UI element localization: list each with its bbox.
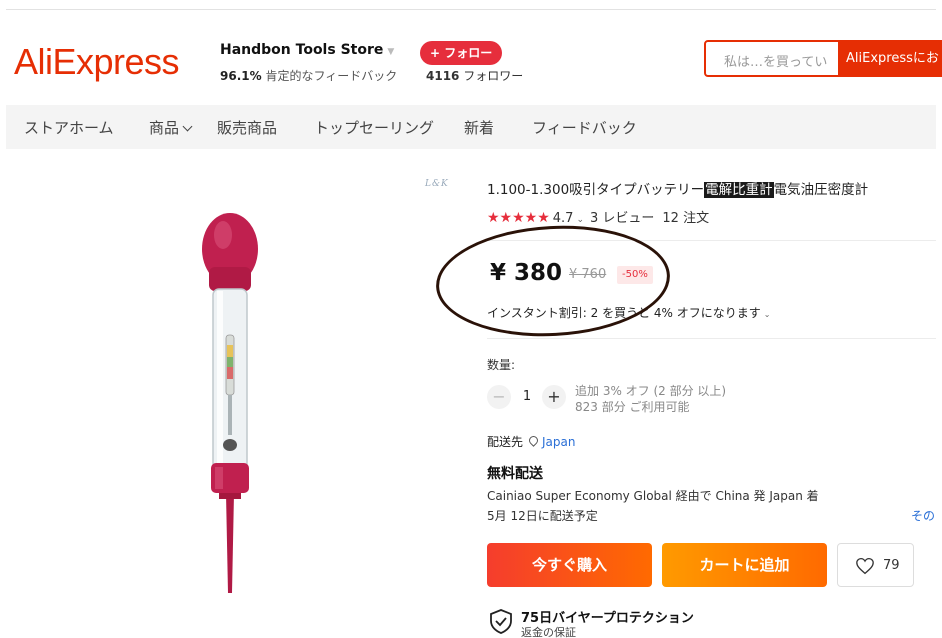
rating-row: ★★★★★ 4.7 ⌄ 3 レビュー 12 注文: [487, 207, 709, 226]
star-rating-icon[interactable]: ★★★★★: [487, 210, 550, 226]
free-shipping: 無料配送: [487, 466, 543, 482]
nav-new-arrivals[interactable]: 新着: [464, 117, 494, 138]
title-part-2: 電気油圧密度計: [773, 182, 869, 198]
divider: [487, 338, 936, 339]
followers-label: フォロワー: [463, 69, 524, 83]
shipping-method: Cainiao Super Economy Global 経由で China 発…: [487, 489, 819, 503]
chevron-down-icon[interactable]: ⌄: [576, 215, 584, 225]
more-shipping-link[interactable]: その: [911, 507, 935, 524]
nav-products[interactable]: 商品: [149, 117, 193, 138]
heart-icon[interactable]: [855, 557, 875, 575]
store-feedback: 96.1% 肯定的なフィードバック: [220, 67, 397, 84]
wishlist-count[interactable]: 79: [883, 558, 900, 573]
quantity-label: 数量:: [487, 358, 516, 372]
aliexpress-logo[interactable]: AliExpress: [14, 42, 180, 82]
search-input[interactable]: 私は…を買ってい: [724, 51, 827, 70]
wishlist-button[interactable]: 79: [837, 543, 914, 587]
shield-check-icon: [490, 609, 512, 634]
title-highlight: 電解比重計: [704, 182, 774, 198]
hand-drawn-circle: [433, 219, 673, 343]
feedback-percent: 96.1%: [220, 69, 262, 83]
buy-now-button[interactable]: 今すぐ購入: [487, 543, 652, 587]
rating-value[interactable]: 4.7: [553, 211, 574, 226]
ship-to-label: 配送先: [487, 435, 524, 449]
location-pin-icon: [527, 434, 540, 447]
ship-to-country[interactable]: Japan: [542, 435, 575, 449]
top-divider: [6, 9, 936, 10]
buyer-protection-sub: 返金の保証: [521, 626, 576, 638]
chevron-down-icon[interactable]: ⌄: [764, 310, 771, 319]
feedback-label: 肯定的なフィードバック: [265, 69, 398, 83]
nav-products-label[interactable]: 商品: [149, 119, 179, 137]
store-name[interactable]: Handbon Tools Store ▼: [220, 42, 394, 58]
chevron-down-icon[interactable]: [182, 121, 193, 132]
nav-on-sale[interactable]: 販売商品: [217, 117, 277, 138]
quantity-discount-note: 追加 3% オフ (2 部分 以上): [575, 384, 727, 398]
search-box[interactable]: 私は…を買ってい AliExpressにお: [704, 40, 942, 77]
quantity-plus-button[interactable]: +: [542, 385, 566, 409]
stock-available: 823 部分 ご利用可能: [575, 400, 690, 414]
review-count[interactable]: 3 レビュー: [590, 211, 654, 226]
title-part-1: 1.100-1.300吸引タイプバッテリー: [487, 182, 705, 198]
nav-top-selling[interactable]: トップセーリング: [314, 117, 434, 138]
quantity-minus-button[interactable]: −: [487, 385, 511, 409]
nav-store-home[interactable]: ストアホーム: [24, 117, 114, 138]
store-name-text[interactable]: Handbon Tools Store: [220, 42, 383, 58]
followers: 4116 フォロワー: [426, 67, 523, 84]
caret-down-icon[interactable]: ▼: [387, 47, 394, 57]
ship-to[interactable]: 配送先 Japan: [487, 433, 575, 450]
delivery-date: 5月 12日に配送予定: [487, 509, 598, 523]
watermark: L&K: [425, 179, 449, 189]
order-count: 12 注文: [662, 211, 710, 226]
followers-count: 4116: [426, 69, 460, 83]
follow-button[interactable]: + フォロー: [420, 41, 503, 65]
product-title: 1.100-1.300吸引タイプバッテリー電解比重計電気油圧密度計: [487, 178, 868, 198]
quantity-value[interactable]: 1: [520, 389, 534, 404]
nav-feedback[interactable]: フィードバック: [532, 117, 637, 138]
product-image[interactable]: [185, 205, 285, 605]
add-to-cart-button[interactable]: カートに追加: [662, 543, 827, 587]
store-nav: ストアホーム 商品 販売商品 トップセーリング 新着 フィードバック: [6, 105, 936, 149]
search-button[interactable]: AliExpressにお: [838, 40, 942, 77]
